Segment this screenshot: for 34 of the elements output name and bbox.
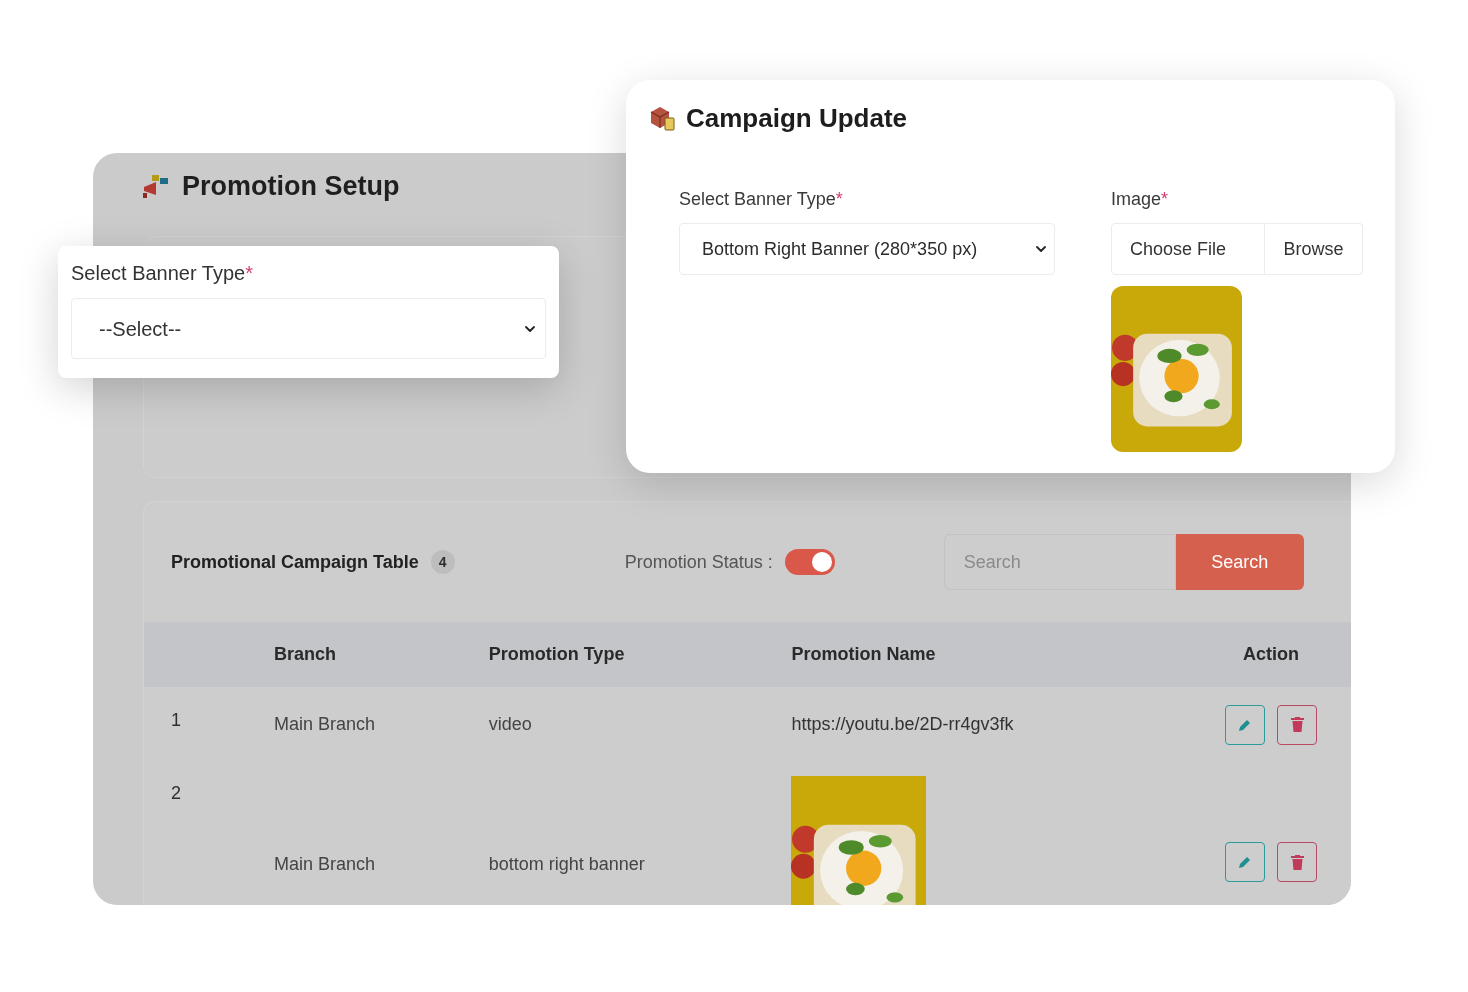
count-badge: 4 bbox=[430, 550, 455, 574]
file-field[interactable]: Choose File bbox=[1111, 223, 1265, 275]
search-button[interactable]: Search bbox=[1175, 534, 1304, 590]
delete-button[interactable] bbox=[1277, 704, 1318, 745]
table-cell: https://youtu.be/2D-rr4gv3fk bbox=[791, 714, 1014, 734]
status-toggle[interactable] bbox=[784, 549, 835, 575]
trash-icon bbox=[1290, 854, 1304, 870]
status-label: Promotion Status : bbox=[624, 550, 773, 574]
table-cell: Main Branch bbox=[273, 714, 375, 734]
table-title: Promotional Campaign Table bbox=[171, 550, 419, 574]
row-number: 1 bbox=[171, 710, 181, 730]
column-header: Promotion Name bbox=[791, 644, 936, 664]
column-header: Action bbox=[1243, 644, 1300, 664]
row-number: 2 bbox=[171, 783, 181, 803]
column-header: Branch bbox=[273, 644, 336, 664]
page-title: Promotion Setup bbox=[182, 169, 400, 203]
box-icon bbox=[648, 104, 676, 132]
edit-button[interactable] bbox=[1225, 704, 1266, 745]
browse-button[interactable]: Browse bbox=[1265, 223, 1363, 275]
delete-button[interactable] bbox=[1277, 842, 1318, 882]
banner-type-select[interactable]: --Select-- bbox=[71, 298, 546, 359]
column-header: Promotion Type bbox=[488, 644, 625, 664]
table-cell: video bbox=[488, 714, 532, 734]
field-label: Image* bbox=[1111, 188, 1170, 211]
table-cell: Main Branch bbox=[273, 854, 375, 874]
trash-icon bbox=[1290, 717, 1304, 732]
banner-type-select[interactable]: Bottom Right Banner (280*350 px) bbox=[679, 223, 1055, 275]
pencil-icon bbox=[1238, 717, 1253, 732]
table-cell: bottom right banner bbox=[488, 854, 645, 874]
field-label: Select Banner Type* bbox=[71, 261, 254, 286]
dialog-title: Campaign Update bbox=[686, 101, 908, 135]
field-label: Select Banner Type* bbox=[679, 188, 844, 211]
pencil-icon bbox=[1238, 855, 1253, 869]
edit-button[interactable] bbox=[1225, 842, 1266, 882]
